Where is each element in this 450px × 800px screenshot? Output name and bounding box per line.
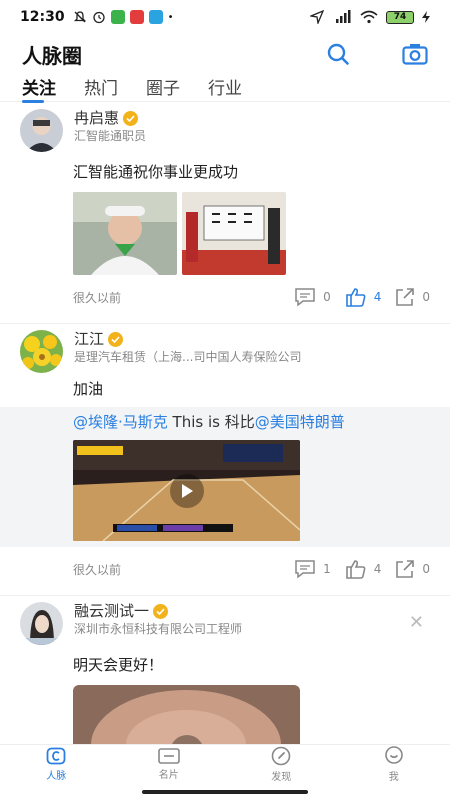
post-text: 汇智能通祝你事业更成功 (73, 163, 239, 181)
author-company: 汇智能通职员 (74, 129, 147, 143)
nav-discover[interactable]: 发现 (225, 745, 338, 784)
wechat-icon (110, 10, 125, 24)
verified-badge-icon (153, 603, 169, 619)
forwarded-text: @埃隆·马斯克 This is 科比@美国特朗普 (73, 411, 430, 432)
nav-label: 人脉 (46, 771, 67, 782)
connections-icon (46, 747, 66, 765)
close-icon[interactable]: ✕ (409, 612, 424, 633)
signal-icon (336, 10, 351, 23)
post-images (20, 192, 430, 275)
verified-badge-icon (123, 110, 139, 126)
feed-post[interactable]: 冉启惠 汇智能通职员 汇智能通祝你事业更成功 很久以前 0 4 0 (0, 103, 450, 323)
charging-icon (422, 11, 430, 23)
post-time: 很久以前 (73, 290, 122, 305)
nav-label: 名片 (158, 770, 179, 781)
author-name[interactable]: 江江 (74, 330, 104, 348)
avatar[interactable] (20, 109, 63, 152)
header: 人脉圈 (0, 34, 450, 74)
share-icon (396, 288, 415, 306)
tab-popular[interactable]: 热门 (84, 74, 118, 102)
comment-button[interactable]: 1 (294, 559, 331, 579)
avatar[interactable] (20, 602, 63, 645)
post-text: 明天会更好！ (73, 656, 164, 674)
bottom-nav: 人脉 名片 发现 我 (0, 744, 450, 784)
comment-count: 1 (323, 562, 331, 576)
verified-badge-icon (108, 331, 124, 347)
mention-link[interactable]: @埃隆·马斯克 (73, 413, 168, 431)
thumbs-up-icon (345, 560, 366, 579)
author-company: 是理汽车租赁（上海...司中国人寿保险公司 (74, 350, 302, 364)
mention-link[interactable]: @美国特朗普 (255, 413, 345, 431)
tab-industry[interactable]: 行业 (208, 74, 242, 102)
nav-label: 我 (388, 772, 399, 783)
feed-post[interactable]: 融云测试一 深圳市永恒科技有限公司工程师 ✕ 明天会更好！ (0, 595, 450, 745)
forwarded-content[interactable]: @埃隆·马斯克 This is 科比@美国特朗普 (0, 407, 450, 547)
post-image[interactable] (182, 192, 286, 275)
play-icon[interactable] (169, 473, 204, 508)
like-button[interactable]: 4 (345, 559, 382, 579)
comment-button[interactable]: 0 (294, 287, 331, 307)
location-icon (310, 10, 324, 24)
tab-circles[interactable]: 圈子 (146, 74, 180, 102)
status-bar: 12:30 • 74 (0, 0, 450, 34)
video-thumbnail[interactable] (73, 440, 300, 541)
author-name[interactable]: 融云测试一 (74, 602, 149, 620)
like-button[interactable]: 4 (345, 287, 382, 307)
share-icon (396, 560, 415, 578)
message-icon (148, 10, 163, 24)
avatar[interactable] (20, 330, 63, 373)
nav-connections[interactable]: 人脉 (0, 745, 113, 784)
tab-following[interactable]: 关注 (22, 74, 56, 103)
thumbs-up-icon (345, 288, 366, 307)
page-title: 人脉圈 (22, 43, 82, 68)
like-count: 4 (373, 290, 382, 304)
camera-icon[interactable] (402, 43, 428, 65)
like-count: 4 (373, 562, 382, 576)
share-button[interactable]: 0 (395, 287, 430, 307)
alarm-icon (92, 11, 105, 24)
compass-icon (271, 746, 291, 766)
post-image[interactable] (73, 192, 177, 275)
profile-icon (384, 746, 403, 764)
business-card-icon (157, 748, 180, 764)
feed-tabs: 关注 热门 圈子 行业 (0, 74, 450, 103)
nav-business-card[interactable]: 名片 (113, 745, 226, 784)
nav-me[interactable]: 我 (338, 745, 450, 784)
share-button[interactable]: 0 (395, 559, 430, 579)
author-company: 深圳市永恒科技有限公司工程师 (74, 622, 243, 636)
wifi-icon (360, 10, 378, 24)
app-notification-icon (129, 10, 144, 24)
share-count: 0 (422, 290, 430, 304)
status-time: 12:30 (20, 9, 65, 25)
share-count: 0 (422, 562, 430, 576)
feed-list: 冉启惠 汇智能通职员 汇智能通祝你事业更成功 很久以前 0 4 0 江江 是理汽… (0, 103, 450, 745)
video-thumbnail[interactable] (73, 685, 300, 745)
home-indicator[interactable] (142, 790, 308, 794)
status-right: 74 (310, 10, 430, 24)
post-time: 很久以前 (73, 562, 122, 577)
search-icon[interactable] (326, 42, 350, 66)
nav-label: 发现 (271, 772, 292, 783)
feed-post[interactable]: 江江 是理汽车租赁（上海...司中国人寿保险公司 加油 @埃隆·马斯克 This… (0, 323, 450, 595)
post-text: 加油 (73, 380, 104, 398)
author-name[interactable]: 冉启惠 (74, 109, 119, 127)
more-dot-icon: • (167, 11, 174, 23)
comment-icon (295, 288, 315, 307)
battery-icon: 74 (386, 10, 414, 24)
comment-icon (295, 560, 315, 579)
notification-icons: • (73, 10, 174, 24)
mute-bell-icon (73, 11, 86, 23)
comment-count: 0 (323, 290, 331, 304)
forwarded-text-body: This is 科比 (167, 413, 255, 431)
